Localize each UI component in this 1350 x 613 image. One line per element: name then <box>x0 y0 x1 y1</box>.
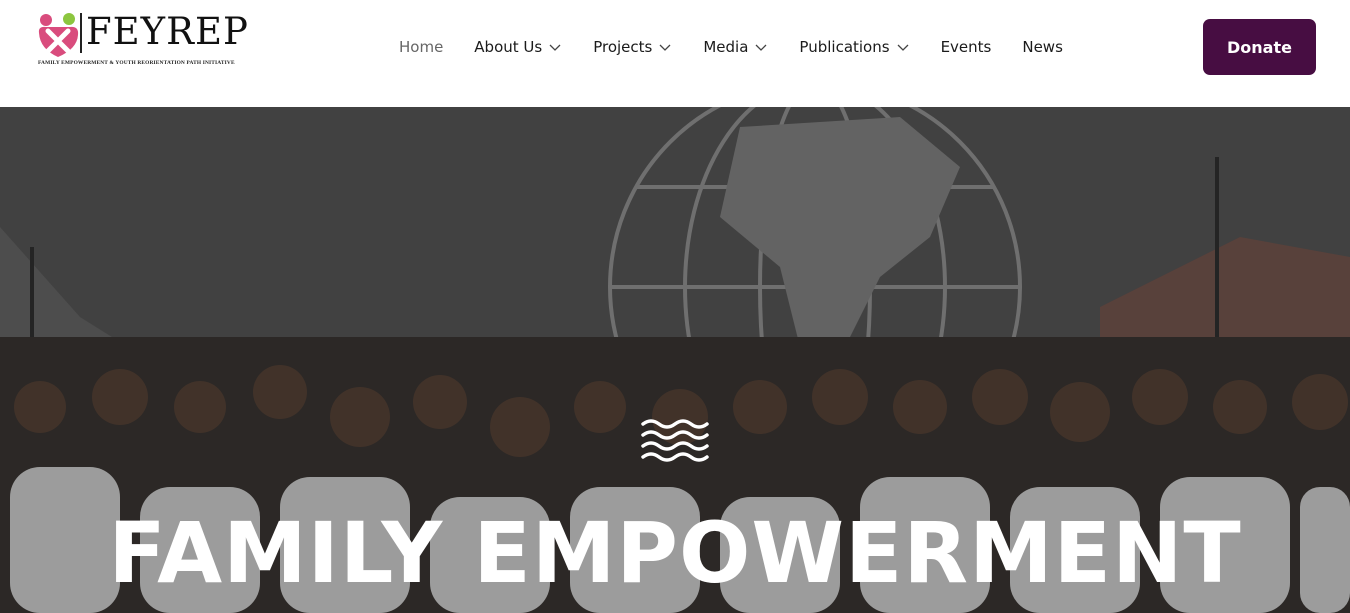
chevron-down-icon <box>548 42 562 52</box>
chevron-down-icon <box>658 42 672 52</box>
logo-wordmark: FEYREP <box>86 10 249 53</box>
nav-item-media[interactable]: Media <box>703 36 768 58</box>
main-nav: Home About Us Projects Media Publication… <box>399 36 1063 58</box>
site-header: FEYREP FAMILY EMPOWERMENT & YOUTH REORIE… <box>0 0 1350 107</box>
waves-icon <box>641 419 709 462</box>
nav-item-label: Home <box>399 38 444 56</box>
nav-item-home[interactable]: Home <box>399 36 443 58</box>
nav-item-about-us[interactable]: About Us <box>474 36 562 58</box>
logo-mark-icon <box>38 13 79 57</box>
nav-item-events[interactable]: Events <box>941 36 992 58</box>
logo-divider <box>80 13 82 53</box>
nav-item-label: Media <box>703 38 749 56</box>
chevron-down-icon <box>754 42 768 52</box>
hero-banner: FAMILY EMPOWERMENT <box>0 107 1350 613</box>
hero-title: FAMILY EMPOWERMENT <box>108 504 1242 602</box>
nav-item-publications[interactable]: Publications <box>799 36 909 58</box>
site-logo[interactable]: FEYREP FAMILY EMPOWERMENT & YOUTH REORIE… <box>36 9 281 73</box>
nav-item-label: News <box>1022 38 1063 56</box>
chevron-down-icon <box>896 42 910 52</box>
nav-item-label: Projects <box>593 38 653 56</box>
nav-item-label: Publications <box>799 38 890 56</box>
nav-item-label: About Us <box>474 38 543 56</box>
nav-item-projects[interactable]: Projects <box>593 36 672 58</box>
donate-button[interactable]: Donate <box>1203 19 1316 75</box>
nav-item-label: Events <box>940 38 992 56</box>
nav-item-news[interactable]: News <box>1022 36 1063 58</box>
logo-tagline: FAMILY EMPOWERMENT & YOUTH REORIENTATION… <box>38 60 235 66</box>
